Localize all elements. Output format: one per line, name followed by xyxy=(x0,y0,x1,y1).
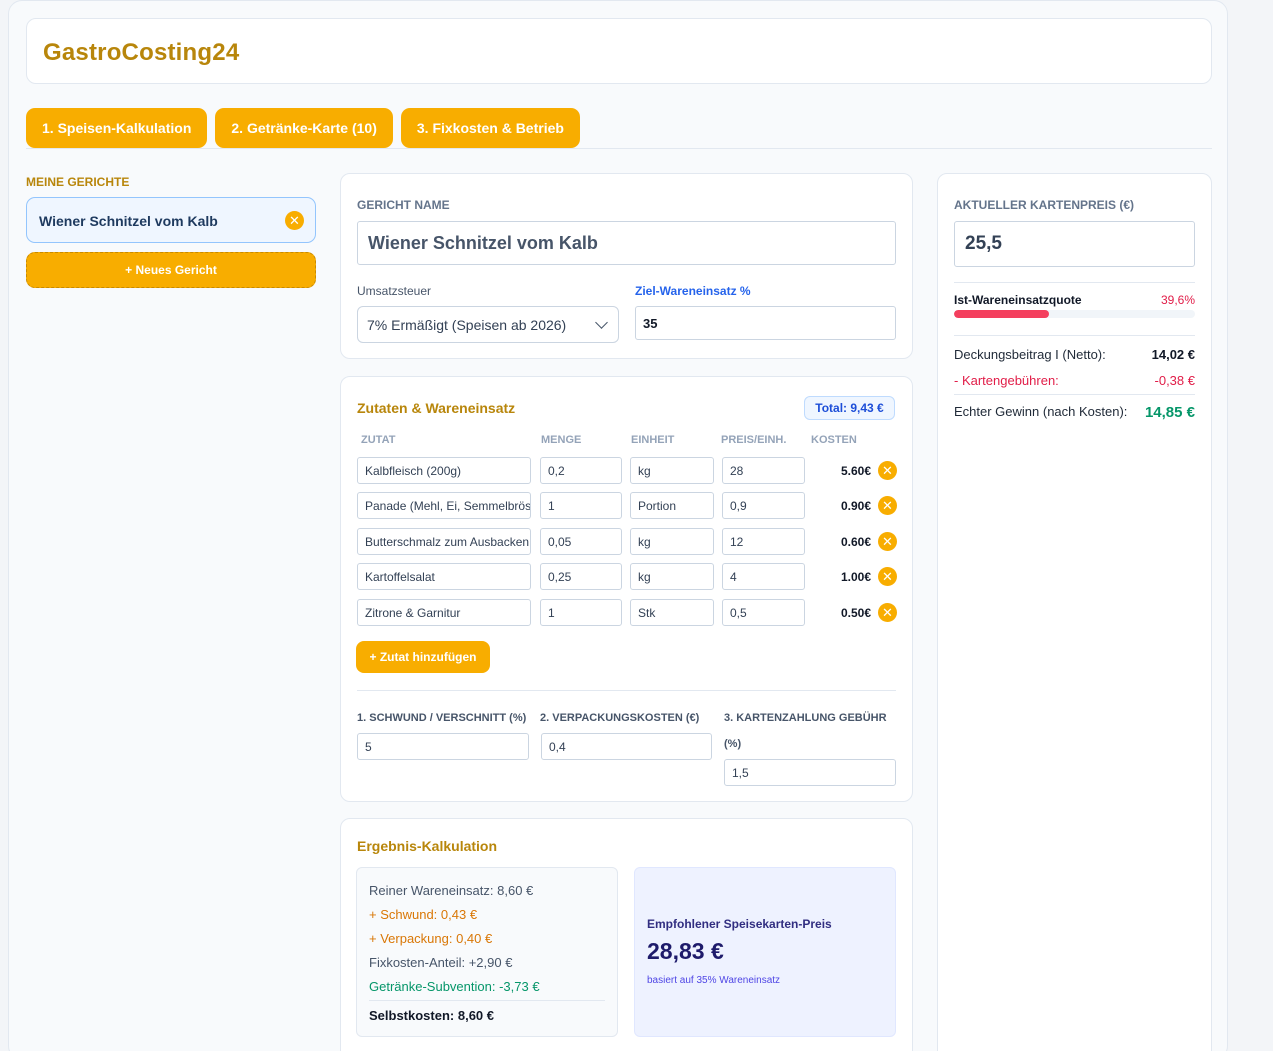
ingredient-qty-input[interactable]: 1 xyxy=(540,492,622,519)
card-fee-input[interactable]: 1,5 xyxy=(724,759,896,786)
card-fee-label: 3. KARTENZAHLUNG GEBÜHR xyxy=(724,712,887,724)
header: GastroCosting24 xyxy=(26,18,1212,84)
tab-fixkosten-betrieb[interactable]: 3. Fixkosten & Betrieb xyxy=(400,108,580,148)
summary-card: AKTUELLER KARTENPREIS (€) 25,5 Ist-Waren… xyxy=(937,173,1212,1051)
ingredient-cost: 1.00€ xyxy=(840,570,871,584)
delete-dish-icon[interactable]: ✕ xyxy=(285,211,304,230)
ingredient-name-input[interactable]: Panade (Mehl, Ei, Semmelbrösel) xyxy=(357,492,531,519)
delete-ingredient-icon[interactable]: ✕ xyxy=(878,532,897,551)
ingredient-price-input[interactable]: 4 xyxy=(722,563,805,590)
breakdown-line-shrink: + Schwund: 0,43 € xyxy=(369,907,478,922)
ingredient-unit-input[interactable]: kg xyxy=(630,563,714,590)
tab-bar: 1. Speisen-Kalkulation 2. Getränke-Karte… xyxy=(26,108,580,148)
chevron-down-icon xyxy=(595,316,608,329)
recommended-price: 28,83 € xyxy=(647,938,724,964)
card-price-input[interactable]: 25,5 xyxy=(954,221,1195,267)
quota-value: 39,6% xyxy=(1160,293,1195,307)
ingredient-price-input[interactable]: 0,9 xyxy=(722,492,805,519)
breakdown-divider xyxy=(369,1000,605,1001)
delete-ingredient-icon[interactable]: ✕ xyxy=(878,567,897,586)
ingredient-price-input[interactable]: 28 xyxy=(722,457,805,484)
summary-divider xyxy=(954,394,1195,395)
ingredient-qty-input[interactable]: 0,25 xyxy=(540,563,622,590)
ingredient-cost: 0.60€ xyxy=(840,535,871,549)
vat-label: Umsatzsteuer xyxy=(357,284,432,298)
add-ingredient-button[interactable]: + Zutat hinzufügen xyxy=(356,641,490,673)
ingredient-name-input[interactable]: Kartoffelsalat xyxy=(357,563,531,590)
dish-name-input[interactable]: Wiener Schnitzel vom Kalb xyxy=(357,221,896,265)
app-window: GastroCosting24 1. Speisen-Kalkulation 2… xyxy=(8,0,1228,1051)
dish-list-item[interactable]: Wiener Schnitzel vom Kalb ✕ xyxy=(26,197,316,243)
dish-card: GERICHT NAME Wiener Schnitzel vom Kalb U… xyxy=(340,173,913,359)
card-fee-label-unit: (%) xyxy=(724,738,742,750)
target-quota-label: Ziel-Wareneinsatz % xyxy=(635,284,751,298)
tab-getraenke-karte[interactable]: 2. Getränke-Karte (10) xyxy=(215,108,393,148)
summary-divider xyxy=(954,335,1195,336)
recommended-price-title: Empfohlener Speisekarten-Preis xyxy=(647,917,832,931)
ingredient-name-input[interactable]: Zitrone & Garnitur xyxy=(357,599,531,626)
delete-ingredient-icon[interactable]: ✕ xyxy=(878,461,897,480)
delete-ingredient-icon[interactable]: ✕ xyxy=(878,496,897,515)
quota-label: Ist-Wareneinsatzquote xyxy=(954,293,1082,307)
result-title: Ergebnis-Kalkulation xyxy=(357,838,498,854)
card-price-label: AKTUELLER KARTENPREIS (€) xyxy=(954,198,1135,212)
target-quota-input[interactable]: 35 xyxy=(635,306,896,340)
card-fees-value: -0,38 € xyxy=(1154,373,1195,388)
ingredient-qty-input[interactable]: 1 xyxy=(540,599,622,626)
recommended-price-box: Empfohlener Speisekarten-Preis 28,83 € b… xyxy=(634,867,896,1037)
cost-breakdown: Reiner Wareneinsatz: 8,60 € + Schwund: 0… xyxy=(356,867,618,1037)
delete-ingredient-icon[interactable]: ✕ xyxy=(878,603,897,622)
breakdown-line-fixcost: Fixkosten-Anteil: +2,90 € xyxy=(369,955,513,970)
ingredient-qty-input[interactable]: 0,2 xyxy=(540,457,622,484)
ingredient-name-input[interactable]: Kalbfleisch (200g) xyxy=(357,457,531,484)
ingredients-card: Zutaten & Wareneinsatz Total: 9,43 € ZUT… xyxy=(340,376,913,802)
ingredients-divider xyxy=(357,690,896,691)
breakdown-line-subsidy: Getränke-Subvention: -3,73 € xyxy=(369,979,540,994)
quota-progress-fill xyxy=(954,310,1050,318)
ingredient-cost: 0.90€ xyxy=(840,499,871,513)
tab-speisen-kalkulation[interactable]: 1. Speisen-Kalkulation xyxy=(26,108,208,148)
vat-select-value: 7% Ermäßigt (Speisen ab 2026) xyxy=(367,316,567,333)
packaging-input[interactable]: 0,4 xyxy=(541,733,712,760)
ingredient-qty-input[interactable]: 0,05 xyxy=(540,528,622,555)
tab-divider xyxy=(26,148,1212,149)
card-fees-label: - Kartengebühren: xyxy=(954,373,1059,388)
ingredient-name-input[interactable]: Butterschmalz zum Ausbacken xyxy=(357,528,531,555)
sidebar-title: MEINE GERICHTE xyxy=(26,175,130,189)
dish-label: Wiener Schnitzel vom Kalb xyxy=(39,213,218,229)
breakdown-line-material: Reiner Wareneinsatz: 8,60 € xyxy=(369,883,534,898)
self-cost: Selbstkosten: 8,60 € xyxy=(369,1008,494,1023)
ingredient-unit-input[interactable]: kg xyxy=(630,457,714,484)
recommended-price-note: basiert auf 35% Wareneinsatz xyxy=(647,975,781,986)
total-badge: Total: 9,43 € xyxy=(804,396,895,420)
quota-progress-bar xyxy=(954,310,1195,318)
col-header-einheit: EINHEIT xyxy=(631,434,675,446)
brand-logo: GastroCosting24 xyxy=(43,39,240,66)
col-header-preis: PREIS/EINH. xyxy=(721,434,787,446)
contribution-value: 14,02 € xyxy=(1151,347,1195,362)
ingredient-cost: 5.60€ xyxy=(840,464,871,478)
summary-divider xyxy=(954,282,1195,283)
profit-label: Echter Gewinn (nach Kosten): xyxy=(954,404,1128,419)
profit-value: 14,85 € xyxy=(1144,404,1195,421)
col-header-zutat: ZUTAT xyxy=(361,434,396,446)
ingredient-unit-input[interactable]: kg xyxy=(630,528,714,555)
vat-select[interactable]: 7% Ermäßigt (Speisen ab 2026) xyxy=(357,306,619,343)
ingredient-unit-input[interactable]: Portion xyxy=(630,492,714,519)
result-card: Ergebnis-Kalkulation Reiner Wareneinsatz… xyxy=(340,818,913,1051)
col-header-kosten: KOSTEN xyxy=(811,434,857,446)
ingredient-cost: 0.50€ xyxy=(840,606,871,620)
shrink-input[interactable]: 5 xyxy=(357,733,529,760)
dish-name-label: GERICHT NAME xyxy=(357,198,450,212)
ingredient-price-input[interactable]: 12 xyxy=(722,528,805,555)
packaging-label: 2. VERPACKUNGSKOSTEN (€) xyxy=(540,712,700,724)
ingredient-price-input[interactable]: 0,5 xyxy=(722,599,805,626)
breakdown-line-packaging: + Verpackung: 0,40 € xyxy=(369,931,493,946)
new-dish-button[interactable]: + Neues Gericht xyxy=(26,252,316,288)
contribution-label: Deckungsbeitrag I (Netto): xyxy=(954,347,1106,362)
col-header-menge: MENGE xyxy=(541,434,582,446)
ingredients-title: Zutaten & Wareneinsatz xyxy=(357,400,516,416)
shrink-label: 1. SCHWUND / VERSCHNITT (%) xyxy=(357,712,527,724)
ingredient-unit-input[interactable]: Stk xyxy=(630,599,714,626)
